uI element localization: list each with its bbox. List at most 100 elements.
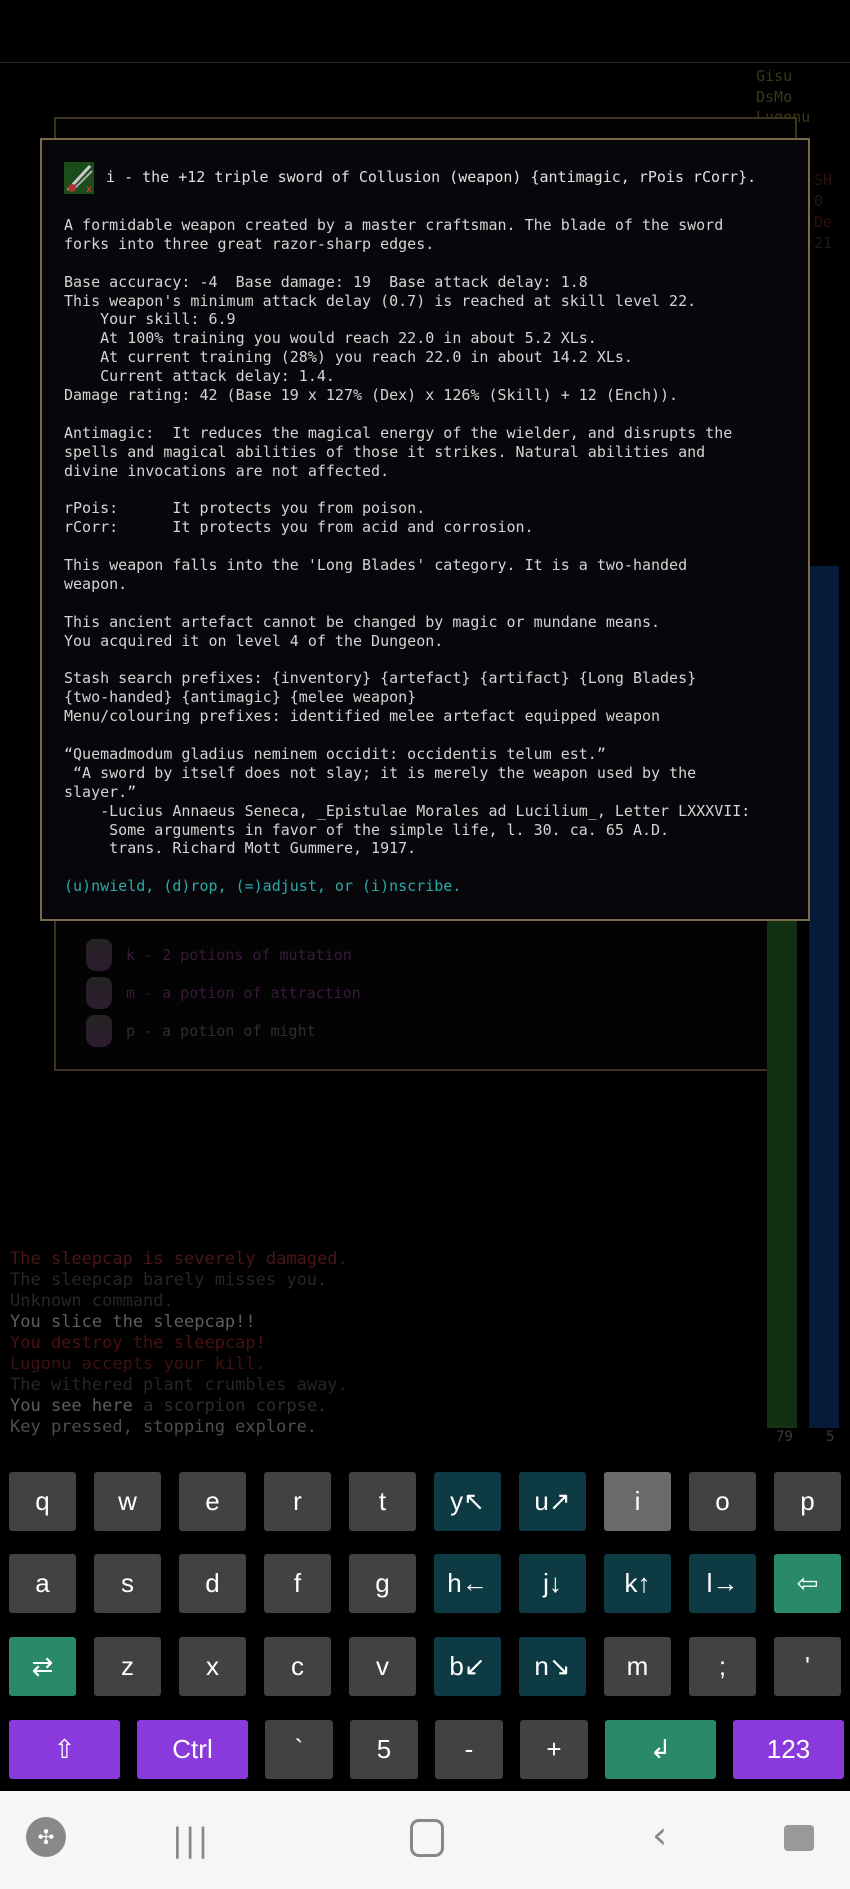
key-l[interactable]: l→ <box>689 1554 756 1613</box>
video-record-icon[interactable] <box>784 1825 814 1851</box>
description-line: rCorr: It protects you from acid and cor… <box>64 518 534 537</box>
log-text: Lugonu accepts your kill. <box>10 1354 266 1374</box>
home-icon[interactable] <box>410 1819 444 1857</box>
inventory-item-label: p - a potion of might <box>126 1022 316 1040</box>
key-numbers[interactable]: 123 <box>733 1720 844 1779</box>
key--[interactable]: - <box>435 1720 503 1779</box>
key-z[interactable]: z <box>94 1637 161 1696</box>
key-q[interactable]: q <box>9 1472 76 1531</box>
key-o[interactable]: o <box>689 1472 756 1531</box>
log-message: You slice the sleepcap!! <box>10 1312 348 1333</box>
key-n[interactable]: n↘ <box>519 1637 586 1696</box>
description-line <box>64 650 750 669</box>
back-icon[interactable]: ‹ <box>652 1813 667 1857</box>
key-a[interactable]: a <box>9 1554 76 1613</box>
inventory-item[interactable]: k - 2 potions of mutation <box>86 938 352 972</box>
key-t[interactable]: t <box>349 1472 416 1531</box>
log-message: You destroy the sleepcap! <box>10 1333 348 1354</box>
god-name: DsMo <box>756 87 793 106</box>
description-line: Menu/colouring prefixes: identified mele… <box>64 707 661 726</box>
key-u[interactable]: u↗ <box>519 1472 586 1531</box>
log-text-extra: a scorpion corpse. <box>143 1396 328 1416</box>
key-s[interactable]: s <box>94 1554 161 1613</box>
triple-sword-icon: x <box>64 162 94 195</box>
virtual-keyboard: q w e r t y↖ u↗ i o p a s d f g h← j↓ k↑ l→ ⇦ ⇄ z x c v b↙ n↘ m; ' ⇧ C… <box>0 1450 850 1791</box>
description-line: Damage rating: 42 (Base 19 x 127% (Dex) … <box>64 386 679 405</box>
description-line: Base accuracy: -4 Base damage: 19 Base a… <box>64 272 588 291</box>
key-y[interactable]: y↖ <box>434 1472 501 1531</box>
item-description: A formidable weapon created by a master … <box>64 216 750 896</box>
message-log: The sleepcap is severely damaged. The sle… <box>10 1249 348 1438</box>
log-message: Key pressed, stopping explore. <box>10 1417 348 1438</box>
description-line: “Quemadmodum gladius neminem occidit: oc… <box>64 744 606 763</box>
log-message: The withered plant crumbles away. <box>10 1375 348 1396</box>
key-p[interactable]: p <box>774 1472 841 1531</box>
description-line: Antimagic: It reduces the magical energy… <box>64 423 733 442</box>
description-line: forks into three great razor-sharp edges… <box>64 234 435 253</box>
key-w[interactable]: w <box>94 1472 161 1531</box>
stat-label: SH <box>814 171 833 189</box>
status-divider <box>0 62 850 63</box>
key-g[interactable]: g <box>349 1554 416 1613</box>
action-prompt[interactable]: (u)nwield, (d)rop, (=)adjust, or (i)nscr… <box>64 877 750 896</box>
key-tab[interactable]: ⇄ <box>9 1637 76 1696</box>
key-f[interactable]: f <box>264 1554 331 1613</box>
description-line <box>64 405 750 424</box>
key-k[interactable]: k↑ <box>604 1554 671 1613</box>
key-i[interactable]: i <box>604 1472 671 1531</box>
key-shift[interactable]: ⇧ <box>9 1720 120 1779</box>
recent-apps-icon[interactable]: ||| <box>172 1821 210 1859</box>
description-line: This weapon falls into the 'Long Blades'… <box>64 556 688 575</box>
log-message: The sleepcap barely misses you. <box>10 1270 348 1291</box>
description-line: weapon. <box>64 574 128 593</box>
log-text: You slice the sleepcap!! <box>10 1312 256 1332</box>
key-'[interactable]: ' <box>774 1637 841 1696</box>
log-message: You see here a scorpion corpse. <box>10 1396 348 1417</box>
potion-icon <box>86 1015 112 1047</box>
key-`[interactable]: ` <box>265 1720 333 1779</box>
key-e[interactable]: e <box>179 1472 246 1531</box>
key-c[interactable]: c <box>264 1637 331 1696</box>
inventory-item[interactable]: m - a potion of attraction <box>86 976 361 1010</box>
key-m[interactable]: m <box>604 1637 671 1696</box>
description-line: {two-handed} {antimagic} {melee weapon} <box>64 688 417 707</box>
description-line: -Lucius Annaeus Seneca, _Epistulae Moral… <box>64 801 751 820</box>
key-ctrl[interactable]: Ctrl <box>137 1720 248 1779</box>
inventory-item[interactable]: p - a potion of might <box>86 1014 316 1048</box>
key-v[interactable]: v <box>349 1637 416 1696</box>
key-+[interactable]: + <box>520 1720 588 1779</box>
key-;[interactable]: ; <box>689 1637 756 1696</box>
game-launcher-icon[interactable]: ✣ <box>26 1817 66 1857</box>
description-line: rPois: It protects you from poison. <box>64 499 426 518</box>
description-line <box>64 537 750 556</box>
description-line: slayer.” <box>64 782 137 801</box>
description-line <box>64 254 750 273</box>
key-r[interactable]: r <box>264 1472 331 1531</box>
mp-bar <box>809 566 839 1428</box>
key-b[interactable]: b↙ <box>434 1637 501 1696</box>
log-text: You see here <box>10 1396 144 1416</box>
log-text: The sleepcap is severely damaged. <box>10 1249 348 1269</box>
log-text: Unknown command. <box>10 1291 174 1311</box>
description-line: At current training (28%) you reach 22.0… <box>64 348 633 367</box>
description-line: Stash search prefixes: {inventory} {arte… <box>64 669 697 688</box>
description-line <box>64 858 750 877</box>
description-line: spells and magical abilities of those it… <box>64 442 706 461</box>
inventory-item-label: k - 2 potions of mutation <box>126 946 352 964</box>
key-h[interactable]: h← <box>434 1554 501 1613</box>
description-line: This weapon's minimum attack delay (0.7)… <box>64 291 697 310</box>
log-message: The sleepcap is severely damaged. <box>10 1249 348 1270</box>
key-5[interactable]: 5 <box>350 1720 418 1779</box>
description-line: Some arguments in favor of the simple li… <box>64 820 670 839</box>
description-line: Your skill: 6.9 <box>64 310 236 329</box>
log-message: Unknown command. <box>10 1291 348 1312</box>
potion-icon <box>86 977 112 1009</box>
key-x[interactable]: x <box>179 1637 246 1696</box>
log-text: The withered plant crumbles away. <box>10 1375 348 1395</box>
description-line: Current attack delay: 1.4. <box>64 367 335 386</box>
key-j[interactable]: j↓ <box>519 1554 586 1613</box>
key-d[interactable]: d <box>179 1554 246 1613</box>
key-enter[interactable]: ↲ <box>605 1720 716 1779</box>
log-text: Key pressed, stopping explore. <box>10 1417 318 1437</box>
key-backspace[interactable]: ⇦ <box>774 1554 841 1613</box>
